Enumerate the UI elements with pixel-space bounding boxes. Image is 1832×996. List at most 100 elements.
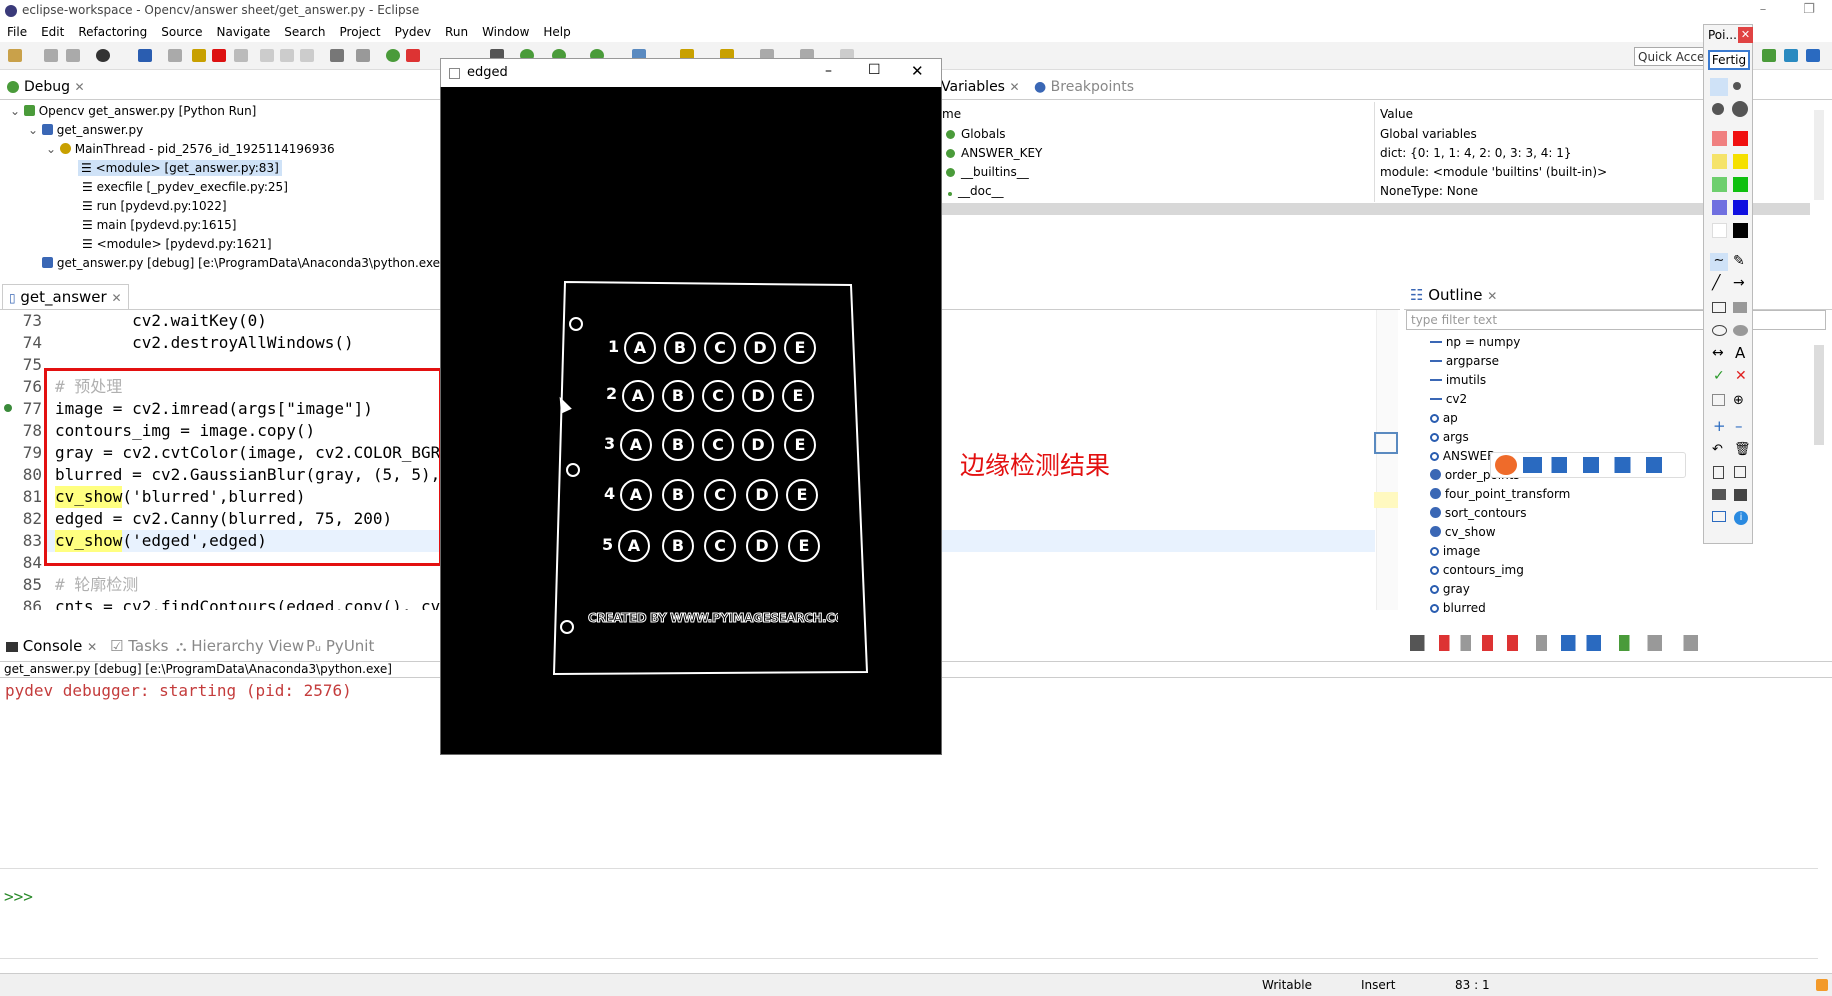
tree-frame-selected[interactable]: ☰ <module> [get_answer.py:83] bbox=[78, 160, 282, 176]
rss-icon[interactable] bbox=[1816, 979, 1828, 991]
step-over-icon[interactable] bbox=[280, 49, 294, 62]
tab-get-answer[interactable]: ▯ get_answer ✕ bbox=[2, 284, 129, 309]
edged-maximize-icon[interactable]: ☐ bbox=[868, 62, 881, 78]
tab-outline[interactable]: ☷ Outline ✕ bbox=[1410, 286, 1497, 304]
debug-run-icon[interactable] bbox=[96, 49, 110, 62]
tab-debug[interactable]: Debug ✕ bbox=[24, 79, 85, 95]
color-green[interactable] bbox=[1733, 177, 1748, 192]
tree-process[interactable]: ⌄ get_answer.py bbox=[28, 123, 143, 137]
info-icon[interactable]: i bbox=[1734, 511, 1748, 525]
variables-col-value[interactable]: Value bbox=[1380, 107, 1413, 121]
color-yellow[interactable] bbox=[1733, 154, 1748, 169]
color-green-light[interactable] bbox=[1712, 177, 1727, 192]
variables-col-name[interactable]: me bbox=[942, 107, 961, 121]
ime-icons[interactable] bbox=[1523, 457, 1681, 473]
var-row[interactable]: Globals bbox=[946, 127, 1006, 141]
tree-frame[interactable]: ☰ execfile [_pydev_execfile.py:25] bbox=[82, 180, 288, 194]
outline-item[interactable]: argparse bbox=[1430, 354, 1499, 368]
zoom-tool-icon[interactable]: ⊕ bbox=[1733, 393, 1744, 408]
undo-icon[interactable]: ↶ bbox=[1712, 442, 1723, 457]
suspend-icon[interactable] bbox=[192, 49, 206, 62]
resume-icon[interactable] bbox=[168, 49, 182, 62]
menu-navigate[interactable]: Navigate bbox=[209, 22, 277, 42]
outline-item[interactable]: gray bbox=[1430, 582, 1470, 596]
plus-tool-icon[interactable]: + bbox=[1713, 417, 1726, 435]
tree-frame[interactable]: ☰ <module> [pydevd.py:1621] bbox=[82, 237, 272, 251]
outline-item[interactable]: four_point_transform bbox=[1430, 487, 1570, 501]
restore-icon[interactable]: ❐ bbox=[1786, 0, 1832, 22]
terminate-icon[interactable] bbox=[212, 49, 226, 62]
ellipse-fill-tool-icon[interactable] bbox=[1733, 325, 1748, 336]
outline-item[interactable]: cv2 bbox=[1430, 392, 1467, 406]
line-tool-icon[interactable]: ╱ bbox=[1712, 275, 1720, 291]
menu-run[interactable]: Run bbox=[438, 22, 475, 42]
ellipse-tool-icon[interactable] bbox=[1712, 325, 1727, 336]
tree-frame[interactable]: ☰ run [pydevd.py:1022] bbox=[82, 199, 227, 213]
console-hscroll[interactable] bbox=[0, 868, 1818, 881]
console-hscroll2[interactable] bbox=[0, 958, 1818, 971]
pen-size-medium[interactable] bbox=[1733, 82, 1741, 90]
color-white[interactable] bbox=[1712, 223, 1727, 238]
save-palette-icon[interactable] bbox=[1734, 489, 1747, 501]
disconnect-icon[interactable] bbox=[234, 49, 248, 62]
perspective-debug-icon[interactable] bbox=[1762, 49, 1776, 62]
ruler-marker[interactable] bbox=[1374, 432, 1398, 454]
tab-pyunit[interactable]: Pᵤ PyUnit bbox=[306, 637, 374, 655]
edged-close-icon[interactable]: ✕ bbox=[911, 62, 924, 80]
color-blue-light[interactable] bbox=[1712, 200, 1727, 215]
menu-help[interactable]: Help bbox=[536, 22, 577, 42]
perspective-other-icon[interactable] bbox=[1806, 49, 1820, 62]
tree-process-path[interactable]: get_answer.py [debug] [e:\ProgramData\An… bbox=[42, 256, 445, 270]
tab-console[interactable]: Console ✕ bbox=[6, 637, 97, 655]
outline-item[interactable]: contours_img bbox=[1430, 563, 1524, 577]
tree-launch[interactable]: ⌄ Opencv get_answer.py [Python Run] bbox=[10, 104, 256, 118]
trash-icon[interactable]: 🗑 bbox=[1734, 442, 1751, 457]
tab-hierarchy-view[interactable]: ⛬ Hierarchy View bbox=[176, 637, 304, 655]
menu-search[interactable]: Search bbox=[277, 22, 332, 42]
crop-tool-icon[interactable] bbox=[1712, 394, 1725, 406]
color-yellow-light[interactable] bbox=[1712, 154, 1727, 169]
outline-item[interactable]: sort_contours bbox=[1430, 506, 1526, 520]
toolbar-misc2-icon[interactable] bbox=[356, 49, 370, 62]
color-red[interactable] bbox=[1733, 131, 1748, 146]
tab-variables[interactable]: Variables ✕ bbox=[941, 79, 1020, 95]
tree-frame[interactable]: ☰ main [pydevd.py:1615] bbox=[82, 218, 236, 232]
outline-item[interactable]: ap bbox=[1430, 411, 1458, 425]
outline-vscroll[interactable] bbox=[1814, 345, 1824, 445]
save-icon[interactable] bbox=[44, 49, 58, 62]
var-row[interactable]: __builtins__ bbox=[946, 165, 1029, 179]
outline-item[interactable]: imutils bbox=[1430, 373, 1486, 387]
copy-icon[interactable] bbox=[1734, 466, 1746, 478]
pen-size-large[interactable] bbox=[1712, 103, 1724, 115]
palette-done-button[interactable]: Fertig bbox=[1708, 50, 1750, 70]
tab-breakpoints[interactable]: ● Breakpoints bbox=[1034, 79, 1134, 95]
rect-fill-tool-icon[interactable] bbox=[1733, 302, 1747, 313]
console-prompt[interactable]: >>> bbox=[4, 887, 33, 906]
menu-refactoring[interactable]: Refactoring bbox=[71, 22, 154, 42]
quick-access-field[interactable]: Quick Access bbox=[1634, 47, 1706, 66]
freehand-tool-icon[interactable]: ∼ bbox=[1710, 253, 1728, 271]
menu-file[interactable]: File bbox=[0, 22, 34, 42]
menu-pydev[interactable]: Pydev bbox=[388, 22, 438, 42]
minimize-icon[interactable]: – bbox=[1740, 0, 1786, 22]
outline-item[interactable]: blurred bbox=[1430, 601, 1486, 615]
menu-edit[interactable]: Edit bbox=[34, 22, 71, 42]
color-black[interactable] bbox=[1733, 223, 1748, 238]
cross-tool-icon[interactable]: ✕ bbox=[1735, 368, 1747, 384]
screen-icon[interactable] bbox=[1712, 511, 1726, 522]
edged-minimize-icon[interactable]: – bbox=[825, 63, 832, 79]
menu-project[interactable]: Project bbox=[333, 22, 388, 42]
text-tool-icon[interactable]: A bbox=[1735, 344, 1745, 362]
edged-window-titlebar[interactable]: edged – ☐ ✕ bbox=[440, 58, 942, 87]
outline-item[interactable]: cv_show bbox=[1430, 525, 1496, 539]
color-blue[interactable] bbox=[1733, 200, 1748, 215]
save-all-icon[interactable] bbox=[66, 49, 80, 62]
arrow-tool-icon[interactable]: → bbox=[1733, 275, 1745, 291]
pydev-icon[interactable] bbox=[406, 49, 420, 62]
var-row[interactable]: ANSWER_KEY bbox=[946, 146, 1042, 160]
check-tool-icon[interactable]: ✓ bbox=[1713, 368, 1725, 384]
rect-tool-icon[interactable] bbox=[1712, 302, 1726, 313]
outline-filter[interactable]: type filter text bbox=[1406, 310, 1826, 330]
outline-item[interactable]: args bbox=[1430, 430, 1469, 444]
variables-hscroll[interactable] bbox=[940, 203, 1810, 215]
